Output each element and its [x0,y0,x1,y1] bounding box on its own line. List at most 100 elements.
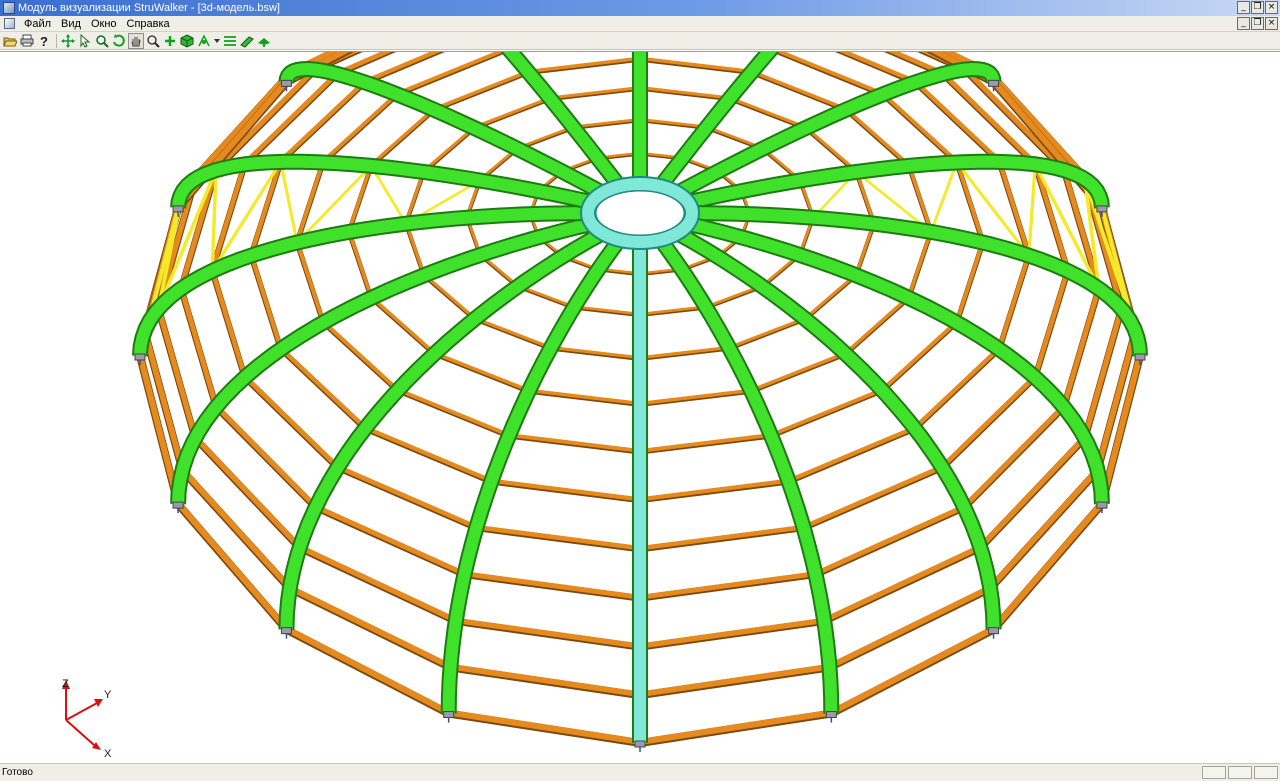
view-options-icon[interactable] [196,33,212,49]
select-icon[interactable] [77,33,93,49]
purlin [213,403,318,510]
purlin [286,584,454,670]
purlin [997,252,1031,351]
x-axis-label: X [104,748,112,760]
app-icon [3,2,15,14]
purlin [321,319,400,392]
purlin [769,387,885,437]
purlin [637,524,806,551]
status-panels [1202,766,1278,779]
purlin [638,86,732,100]
minimize-button[interactable]: _ [1237,1,1250,14]
toolbar: ? [0,32,1280,50]
cube-icon[interactable] [179,33,195,49]
restore-button[interactable]: ❐ [1251,1,1264,14]
purlin [548,86,642,100]
document-icon[interactable] [4,18,15,29]
purlin [728,316,808,349]
purlin [369,107,436,167]
purlin [880,319,959,392]
rotate-icon[interactable] [111,33,127,49]
brace [929,161,959,233]
y-axis-line [65,702,98,721]
x-axis-line [65,719,95,746]
window-controls: _ ❐ × [1237,1,1278,14]
purlin [749,351,848,393]
purlin [803,125,858,173]
print-icon[interactable] [19,33,35,49]
y-axis-label: Y [104,689,112,701]
purlin [844,295,911,355]
status-bar: Готово [0,763,1280,781]
help-icon[interactable]: ? [36,33,52,49]
add-node-icon[interactable] [162,33,178,49]
purlin [335,464,479,530]
dropdown-arrow-icon[interactable] [213,33,221,49]
open-icon[interactable] [2,33,18,49]
purlin [801,464,945,530]
menu-window[interactable]: Окно [86,18,122,30]
dome-model[interactable]: Z Y X [0,0,1280,763]
purlin [432,69,531,111]
top-ring-opening [595,190,685,236]
status-panel [1254,766,1278,779]
purlin [369,295,436,355]
doc-minimize-button[interactable]: _ [1237,17,1250,30]
purlin [844,107,911,167]
purlin [506,433,642,453]
zoom-icon[interactable] [94,33,110,49]
purlin [638,345,732,360]
document-controls: _ ❐ × [1237,17,1278,30]
3d-beam-icon[interactable] [239,33,255,49]
purlin [445,709,643,745]
purlin [786,425,918,483]
purlin [828,625,997,716]
purlin [178,285,219,409]
toolbar-separator [56,33,57,48]
purlin [638,56,754,74]
purlin [472,96,552,129]
purlin [362,425,494,483]
purlin [912,346,1002,430]
purlin [209,267,248,379]
layers-icon[interactable] [222,33,238,49]
axis-gizmo: Z Y X [62,678,112,760]
purlin [526,388,642,406]
svg-text:?: ? [40,34,48,48]
support [443,711,455,719]
pan-hand-icon[interactable] [128,32,144,49]
support [825,711,837,719]
camera-icon[interactable] [256,33,272,49]
close-button[interactable]: × [1265,1,1278,14]
purlin [637,709,835,745]
support [280,79,292,87]
window-title: Модуль визуализации StruWalker - [3d-мод… [18,2,280,14]
doc-restore-button[interactable]: ❐ [1251,17,1264,30]
status-panel [1202,766,1226,779]
doc-close-button[interactable]: × [1265,17,1278,30]
move-icon[interactable] [60,33,76,49]
purlin [548,345,642,360]
support [1096,205,1108,213]
status-text: Готово [2,767,33,778]
purlin [1061,285,1102,409]
brace [279,161,299,243]
purlin [453,617,643,649]
support [1134,353,1146,361]
menu-view[interactable]: Вид [56,18,86,30]
purlin [295,239,326,324]
menu-file[interactable]: Файл [19,18,56,30]
support [172,501,184,509]
3d-viewport[interactable]: Z Y X [0,0,1280,763]
purlin [954,239,985,324]
purlin [472,316,552,349]
support [634,740,646,748]
title-bar: Модуль визуализации StruWalker - [3d-мод… [0,0,1280,16]
purlin [1032,267,1071,379]
zoom-region-icon[interactable] [145,33,161,49]
purlin [432,351,531,393]
support [1096,501,1108,509]
purlin [489,478,643,502]
menu-help[interactable]: Справка [122,18,175,30]
z-axis-label: Z [62,678,69,690]
